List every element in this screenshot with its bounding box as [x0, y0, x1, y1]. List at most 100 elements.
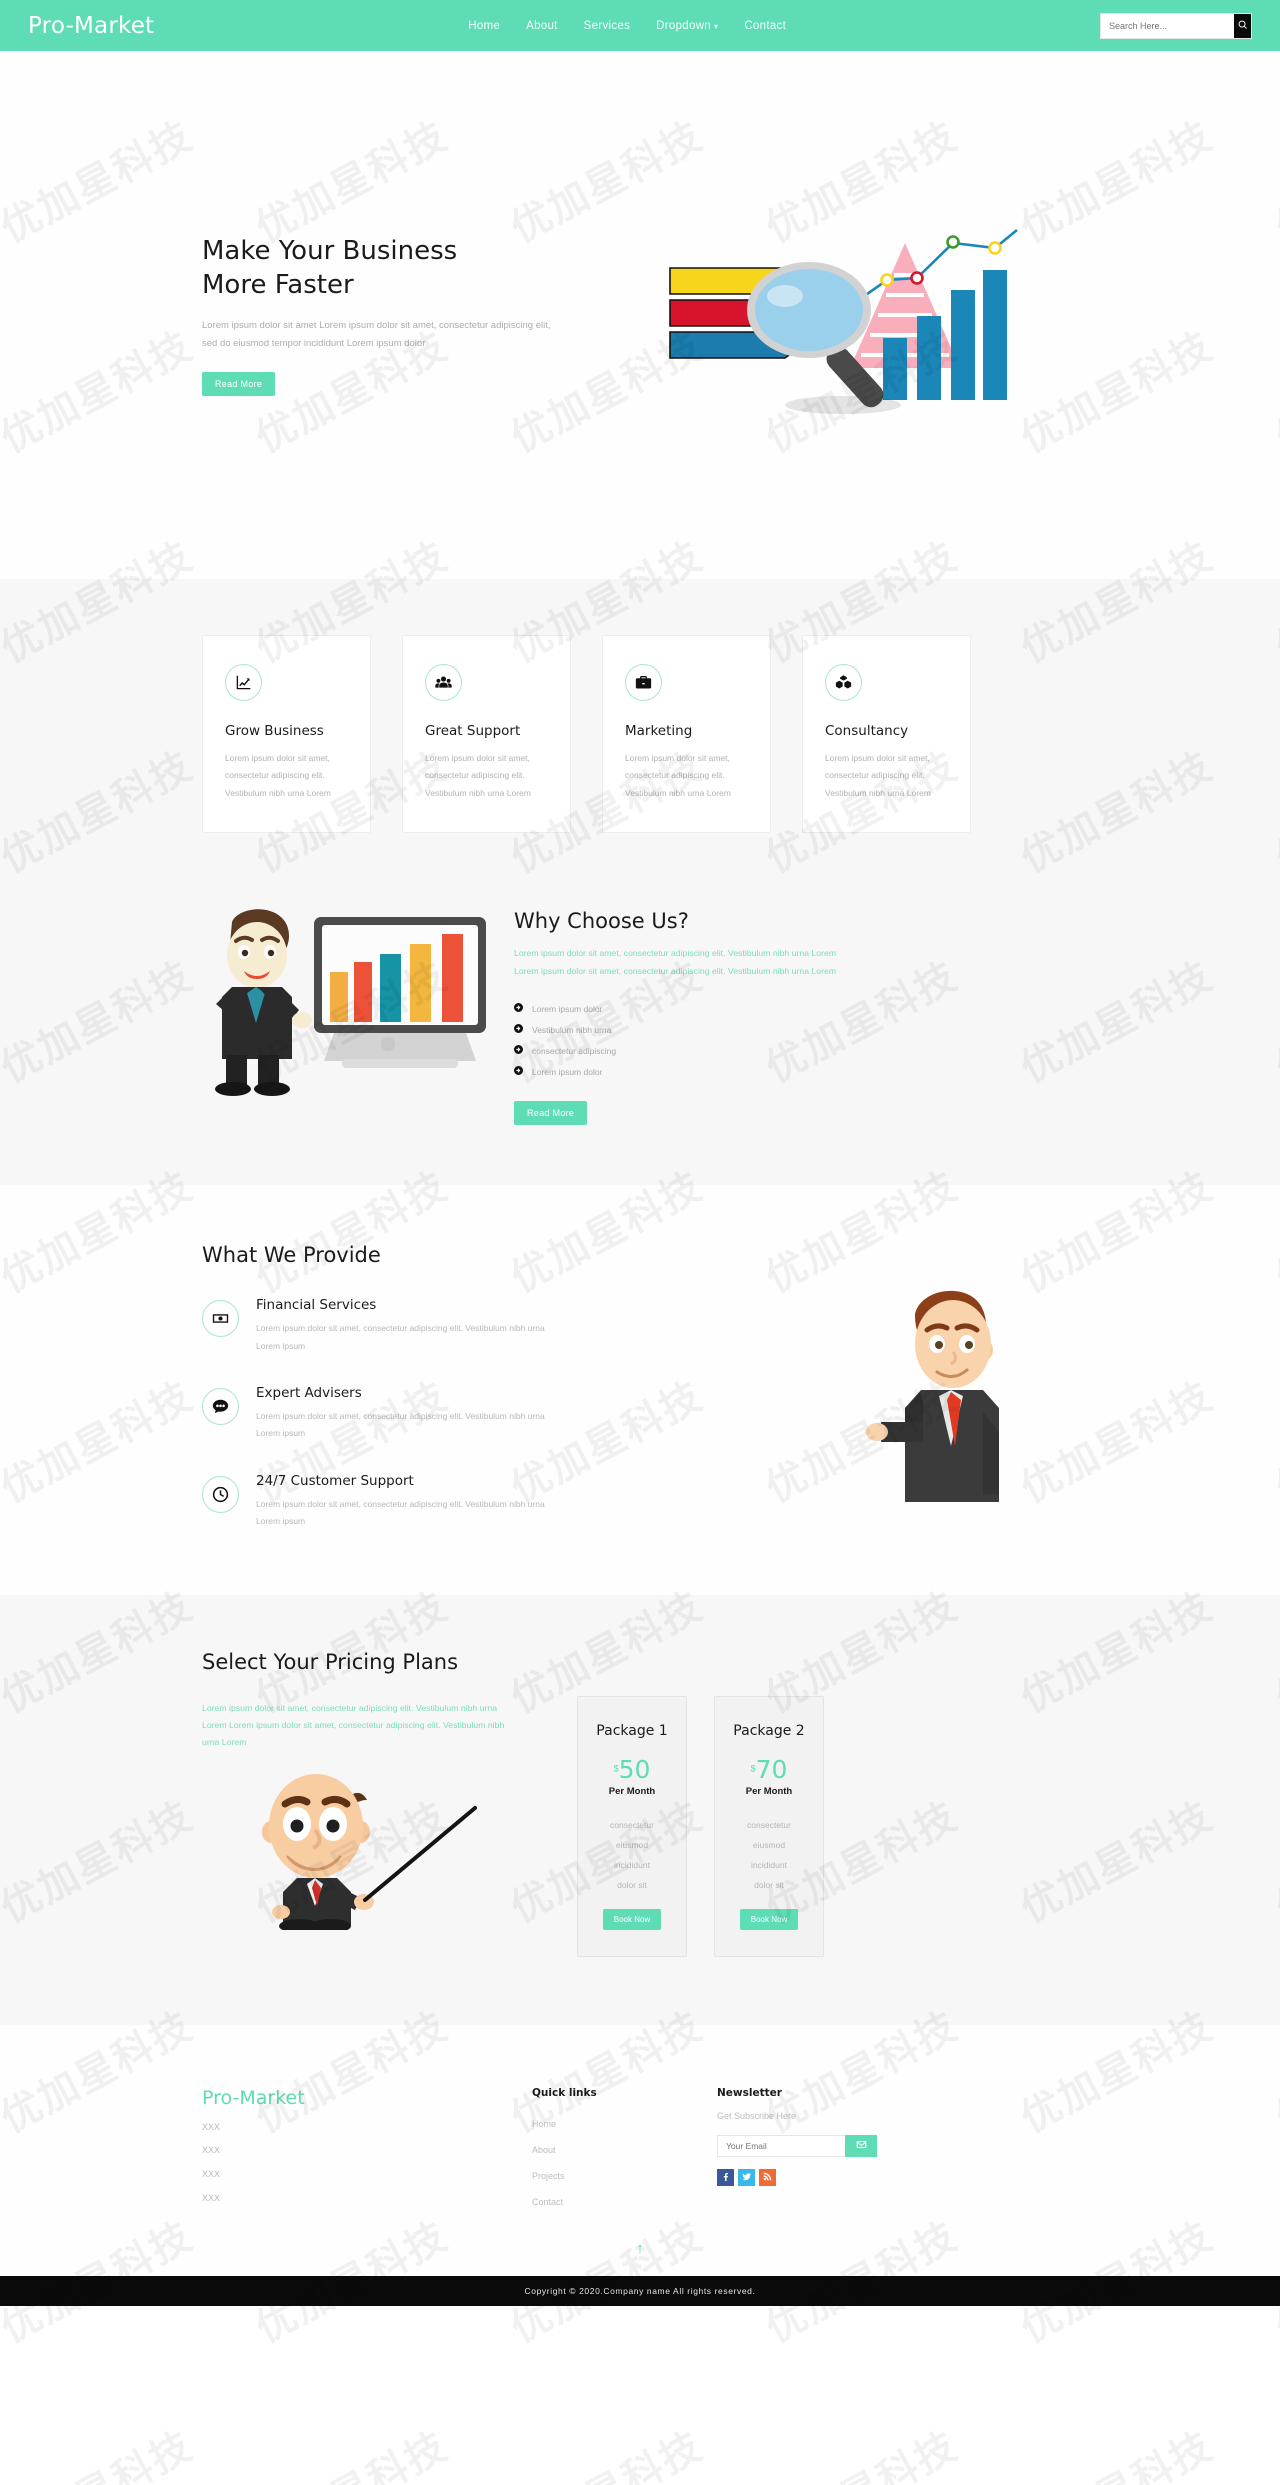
- package-period: Per Month: [745, 1785, 793, 1797]
- why-bullet-list: Lorem ipsum dolor Vestibulum nibh urna c…: [514, 998, 1175, 1082]
- provide-item-title: Expert Advisers: [256, 1384, 362, 1401]
- site-footer: Pro-Market XXX XXX XXX XXX Quick links H…: [0, 2024, 1280, 2276]
- package-feature: eiusmod: [752, 1839, 786, 1850]
- pricing-paragraph: Lorem ipsum dolor sit amet, consectetur …: [202, 1702, 505, 1748]
- why-bullet-item: Lorem ipsum dolor: [514, 998, 1175, 1019]
- site-header: Pro-Market Home About Services Dropdown ▾…: [0, 0, 1280, 51]
- footer-link-about[interactable]: About: [532, 2137, 717, 2163]
- cubes-icon: [825, 664, 862, 701]
- search-button[interactable]: [1234, 13, 1251, 38]
- service-card[interactable]: Great Support Lorem ipsum dolor sit amet…: [402, 635, 571, 834]
- footer-link-projects[interactable]: Projects: [532, 2163, 717, 2189]
- package-feature: eiusmod: [615, 1839, 649, 1850]
- nav-item-contact[interactable]: Contact: [744, 20, 786, 32]
- site-logo[interactable]: Pro-Market: [28, 13, 154, 39]
- provide-item-text: Lorem ipsum dolor sit amet, consectetur …: [256, 1323, 545, 1351]
- provide-item: Expert Advisers Lorem ipsum dolor sit am…: [202, 1385, 735, 1443]
- search-icon: [1238, 18, 1248, 33]
- pricing-copy-column: Lorem ipsum dolor sit amet, consectetur …: [202, 1688, 542, 1930]
- why-illustration: [202, 887, 492, 1102]
- provide-item-text: Lorem ipsum dolor sit amet, consectetur …: [256, 1410, 545, 1439]
- hero-copy: Make Your Business More Faster Lorem ips…: [105, 234, 550, 396]
- facebook-icon: [721, 2168, 730, 2186]
- nav-item-services[interactable]: Services: [584, 20, 631, 32]
- nav-item-home[interactable]: Home: [468, 20, 500, 32]
- footer-newsletter-subtitle: Get Subscribe Here: [717, 2110, 797, 2121]
- chevron-down-icon: ▾: [714, 21, 719, 31]
- why-read-more-button[interactable]: Read More: [514, 1101, 588, 1126]
- newsletter-email-input[interactable]: [717, 2134, 845, 2157]
- arrow-up-icon: ↑: [636, 2239, 644, 2257]
- footer-logo[interactable]: Pro-Market: [202, 2087, 532, 2109]
- service-card-title: Grow Business: [225, 723, 324, 739]
- nav-label: Contact: [744, 19, 787, 32]
- provide-item: 24/7 Customer Support Lorem ipsum dolor …: [202, 1473, 735, 1531]
- why-choose-us-section: Why Choose Us? Lorem ipsum dolor sit ame…: [0, 881, 1280, 1186]
- main-navigation: Home About Services Dropdown ▾ Contact: [468, 20, 786, 32]
- book-now-button[interactable]: Book Now: [739, 1908, 799, 1930]
- search-box: [1100, 12, 1252, 39]
- watermark-text: 优加星科技: [1009, 2414, 1222, 2485]
- nav-label: Dropdown: [656, 19, 711, 32]
- footer-link-contact[interactable]: Contact: [532, 2189, 717, 2215]
- pricing-package-list: Package 1 $50 Per Month consectetur eius…: [577, 1688, 824, 1957]
- package-price: $50: [592, 1755, 672, 1784]
- why-copy: Why Choose Us? Lorem ipsum dolor sit ame…: [492, 887, 1175, 1126]
- package-name: Package 2: [733, 1722, 805, 1739]
- package-price: $70: [729, 1755, 809, 1784]
- service-card-text: Lorem ipsum dolor sit amet, consectetur …: [625, 753, 731, 798]
- why-bullet-label: Lorem ipsum dolor: [532, 1066, 603, 1077]
- social-link-facebook[interactable]: [717, 2168, 734, 2186]
- package-feature: dolor sit: [617, 1879, 647, 1890]
- envelope-icon: [856, 2138, 867, 2153]
- pricing-section: Select Your Pricing Plans Lorem ipsum do…: [0, 1594, 1280, 2025]
- footer-link-home[interactable]: Home: [532, 2111, 717, 2137]
- package-feature: incididunt: [614, 1859, 650, 1870]
- newsletter-submit-button[interactable]: [845, 2134, 877, 2157]
- scroll-to-top-button[interactable]: ↑: [0, 2215, 1280, 2276]
- search-input[interactable]: [1101, 13, 1234, 38]
- watermark-text: 优加星科技: [244, 2414, 457, 2485]
- service-card-title: Great Support: [425, 723, 521, 739]
- rss-icon: [763, 2168, 772, 2186]
- service-card-text: Lorem ipsum dolor sit amet, consectetur …: [225, 753, 331, 798]
- package-feature: dolor sit: [754, 1879, 784, 1890]
- provide-item-title: Financial Services: [256, 1297, 377, 1314]
- footer-address-line: XXX: [202, 2168, 221, 2179]
- nav-item-dropdown[interactable]: Dropdown ▾: [656, 20, 718, 32]
- pricing-package-card[interactable]: Package 2 $70 Per Month consectetur eius…: [714, 1695, 824, 1957]
- package-feature-list: consectetur eiusmod incididunt dolor sit: [592, 1815, 672, 1895]
- watermark-text: 优加星科技: [499, 2414, 712, 2485]
- hero-section: Make Your Business More Faster Lorem ips…: [0, 51, 1280, 579]
- briefcase-icon: [625, 664, 662, 701]
- service-card[interactable]: Marketing Lorem ipsum dolor sit amet, co…: [602, 635, 771, 834]
- page-root: Pro-Market Home About Services Dropdown ▾…: [0, 0, 1280, 2485]
- watermark-text: 优加星科技: [0, 2414, 201, 2485]
- hero-read-more-button[interactable]: Read More: [202, 371, 276, 396]
- social-link-rss[interactable]: [759, 2168, 776, 2186]
- provide-item: Financial Services Lorem ipsum dolor sit…: [202, 1297, 735, 1355]
- users-icon: [425, 664, 462, 701]
- nav-label: Services: [583, 19, 631, 32]
- service-card-title: Consultancy: [825, 723, 909, 739]
- service-card[interactable]: Grow Business Lorem ipsum dolor sit amet…: [202, 635, 371, 834]
- chart-line-icon: [225, 664, 262, 701]
- nav-item-about[interactable]: About: [526, 20, 558, 32]
- provide-illustration: [735, 1243, 1175, 1531]
- footer-quick-links-list: Home About Projects Contact: [532, 2111, 717, 2215]
- why-title: Why Choose Us?: [514, 909, 689, 934]
- package-feature: incididunt: [751, 1859, 787, 1870]
- service-card[interactable]: Consultancy Lorem ipsum dolor sit amet, …: [802, 635, 971, 834]
- why-bullet-label: consectetur adipiscing: [532, 1045, 617, 1056]
- social-link-twitter[interactable]: [738, 2168, 755, 2186]
- twitter-icon: [742, 2168, 751, 2186]
- package-amount: 70: [755, 1754, 788, 1784]
- book-now-button[interactable]: Book Now: [602, 1908, 662, 1930]
- why-bullet-item: Lorem ipsum dolor: [514, 1061, 1175, 1082]
- footer-brand-column: Pro-Market XXX XXX XXX XXX: [202, 2087, 532, 2215]
- pricing-package-card[interactable]: Package 1 $50 Per Month consectetur eius…: [577, 1695, 687, 1957]
- footer-newsletter-column: Newsletter Get Subscribe Here: [717, 2087, 902, 2215]
- footer-address-line: XXX: [202, 2192, 221, 2203]
- hero-title-line2: More Faster: [202, 270, 354, 301]
- service-card-list: Grow Business Lorem ipsum dolor sit amet…: [105, 635, 1175, 834]
